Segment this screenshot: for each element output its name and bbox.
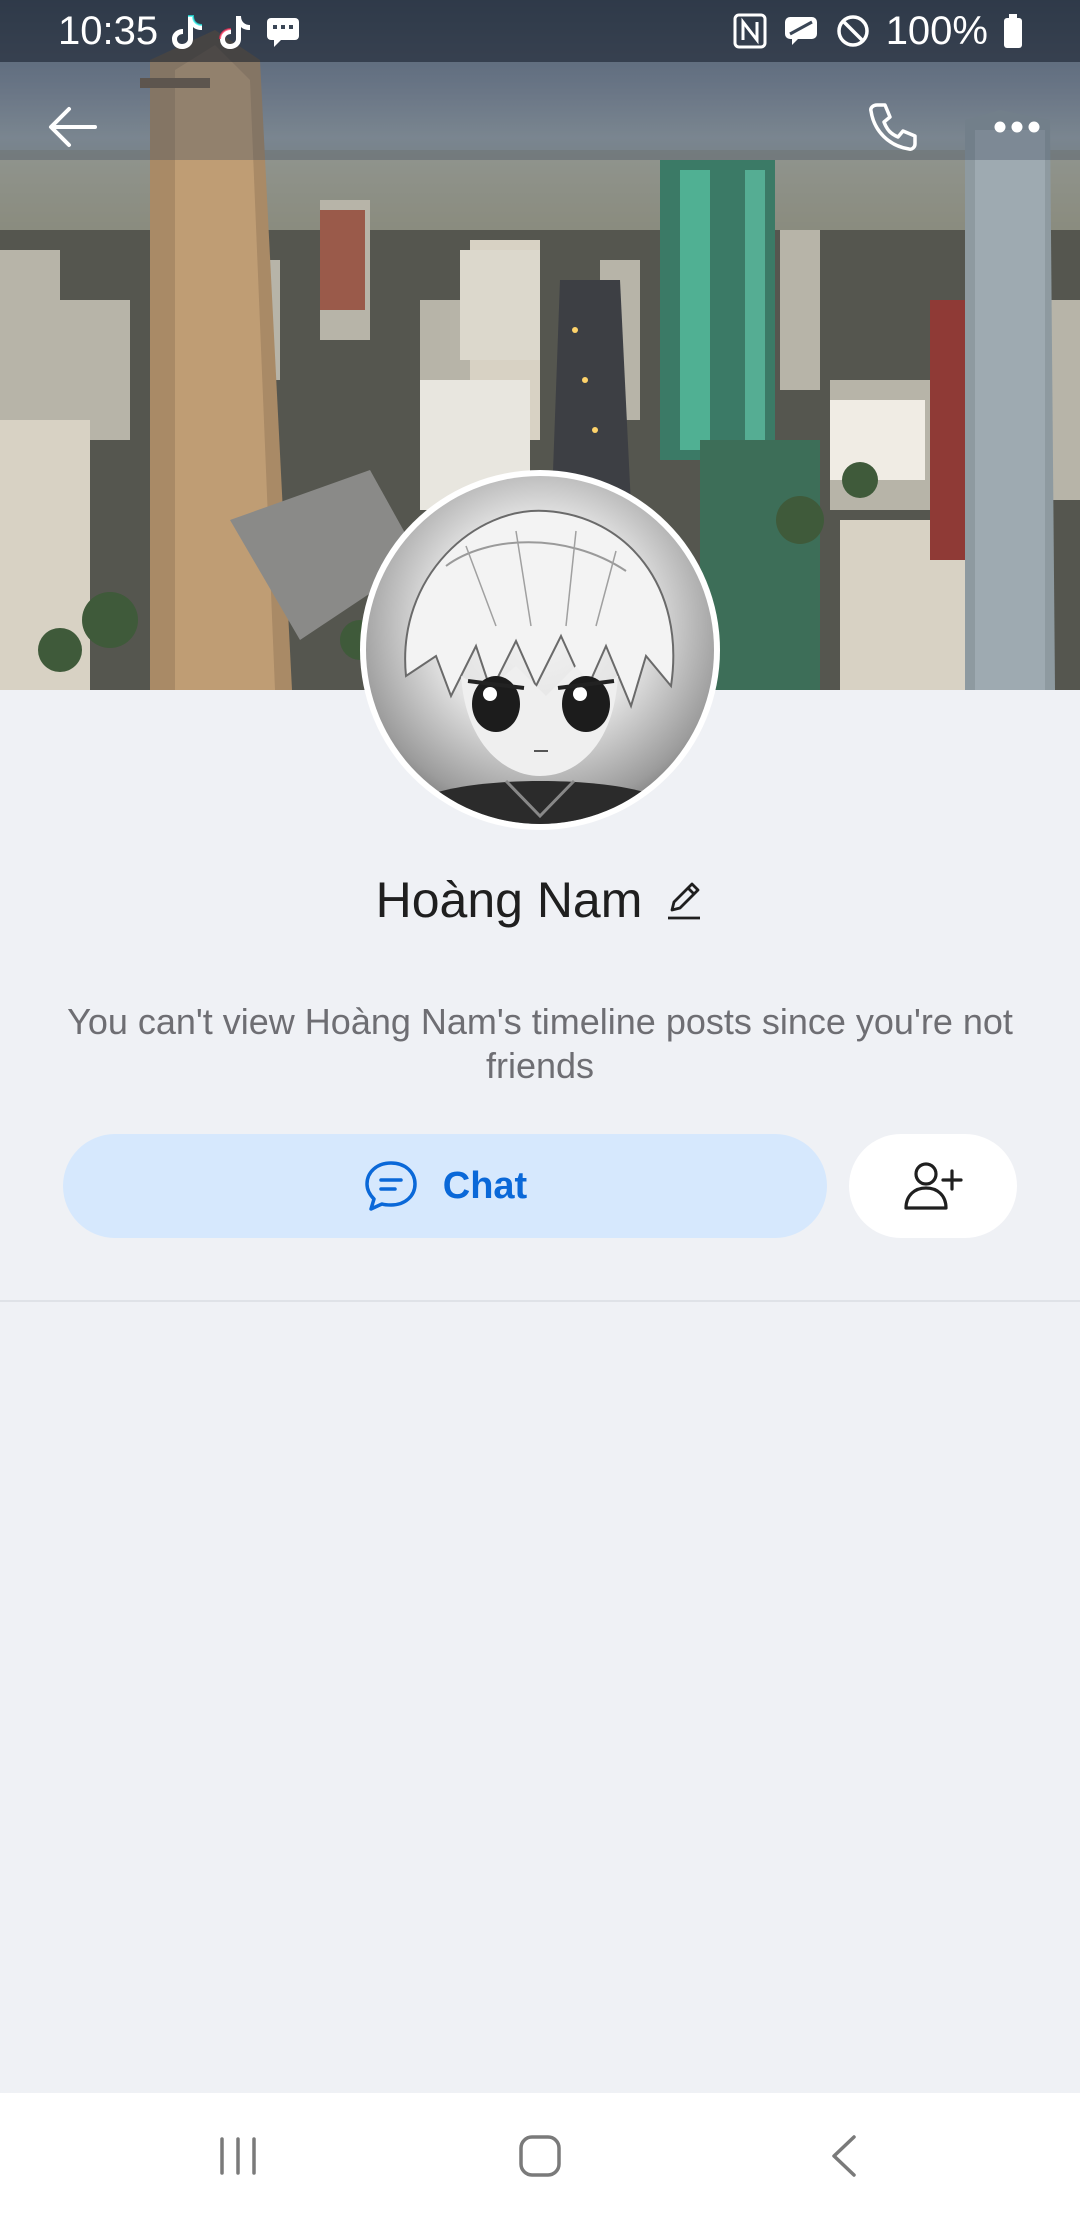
system-back-button[interactable] [804, 2119, 884, 2193]
profile-name: Hoàng Nam [375, 872, 643, 928]
recent-apps-icon [220, 2137, 256, 2175]
section-divider [0, 1300, 1080, 1302]
system-navigation-bar [0, 2093, 1080, 2220]
chat-bubble-icon [365, 1161, 417, 1211]
phone-icon [869, 103, 917, 151]
profile-name-row: Hoàng Nam [0, 868, 1080, 932]
profile-avatar[interactable] [360, 470, 720, 830]
do-not-disturb-icon [836, 15, 869, 47]
chat-button-label: Chat [442, 1164, 528, 1207]
back-icon [832, 2135, 856, 2177]
status-system-icons: 100% [732, 8, 1024, 54]
message-notification-icon [267, 18, 299, 47]
nfc-icon [733, 13, 767, 49]
back-button[interactable] [28, 82, 118, 172]
home-icon [519, 2135, 561, 2177]
more-horizontal-icon [994, 121, 1040, 133]
tiktok-icon [172, 15, 203, 49]
chat-button[interactable]: Chat [63, 1134, 827, 1238]
arrow-left-icon [49, 107, 97, 147]
not-friends-notice: You can't view Hoàng Nam's timeline post… [67, 1001, 1013, 1086]
recent-apps-button[interactable] [198, 2119, 278, 2193]
mic-off-icon [784, 17, 817, 45]
add-friend-icon [904, 1162, 963, 1210]
home-button[interactable] [500, 2119, 580, 2193]
anime-avatar-illustration [366, 509, 714, 824]
battery-percentage: 100% [885, 9, 988, 53]
status-notification-icons [168, 10, 302, 54]
pencil-icon[interactable] [664, 878, 704, 922]
tiktok-icon [219, 16, 250, 49]
call-button[interactable] [848, 82, 938, 172]
add-friend-button[interactable] [849, 1134, 1017, 1238]
battery-icon [1004, 14, 1022, 48]
more-options-button[interactable] [972, 82, 1062, 172]
avatar-image [366, 476, 714, 824]
status-bar: 10:35 100% [0, 0, 1080, 62]
status-time: 10:35 [58, 9, 159, 53]
